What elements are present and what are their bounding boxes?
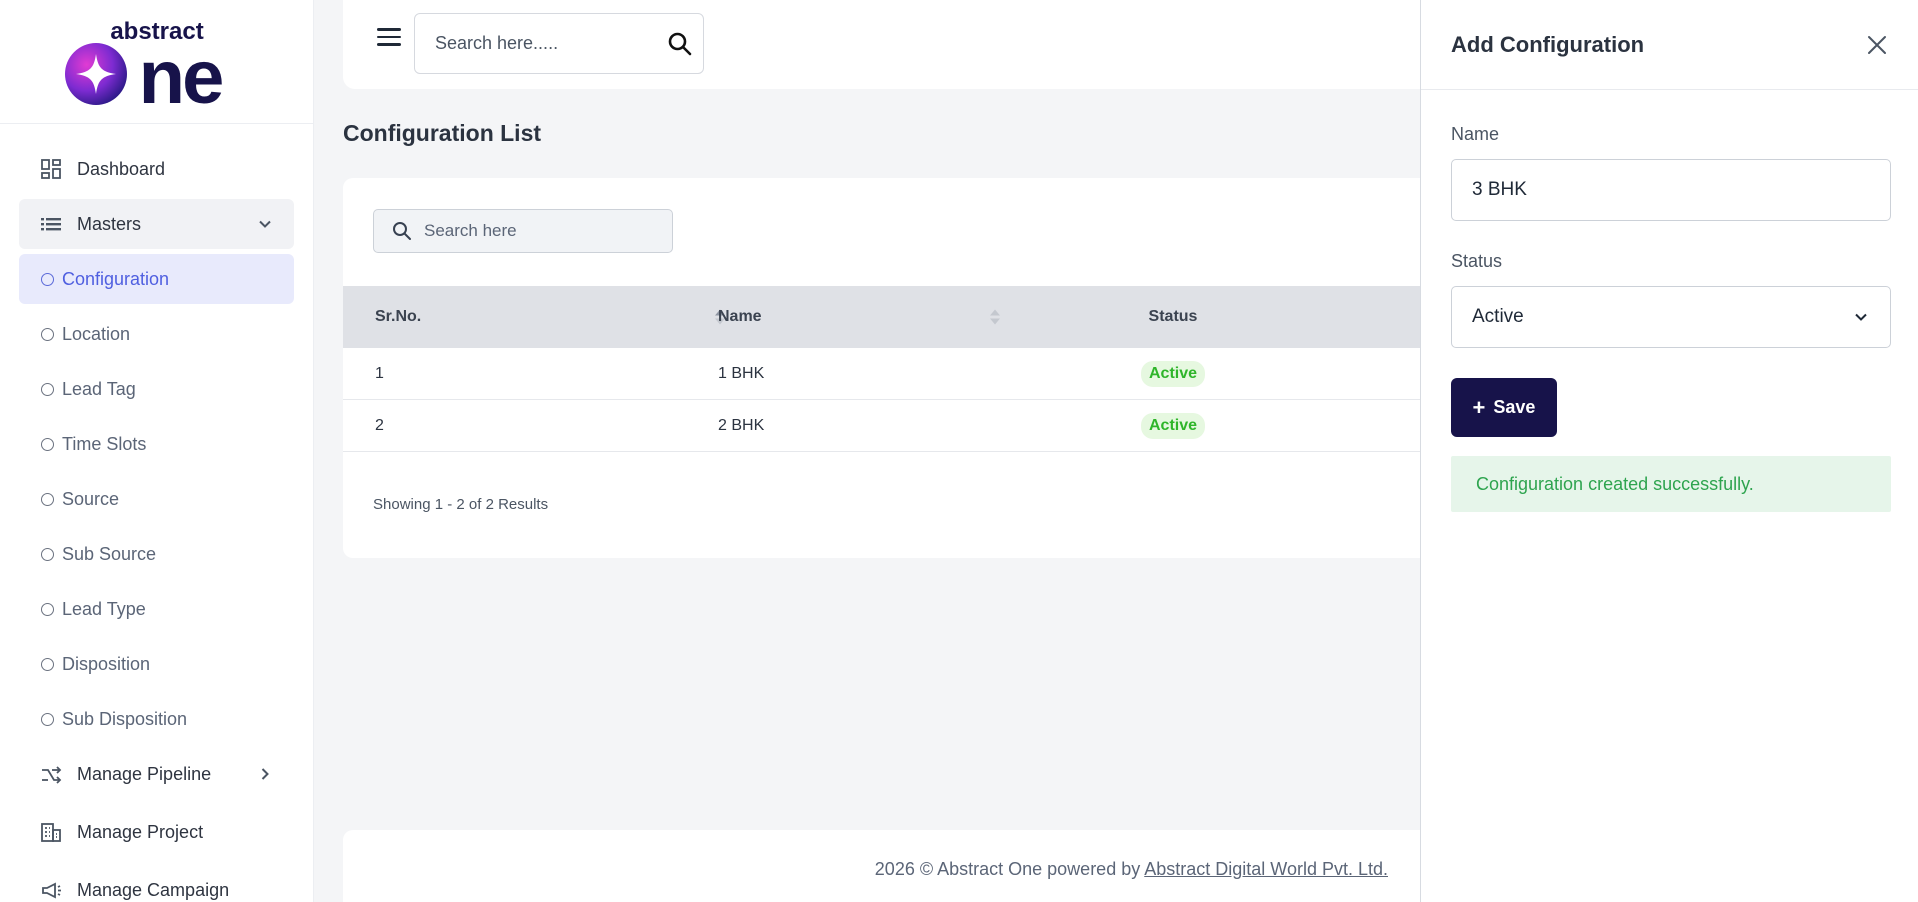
sidebar-item-label: Dashboard bbox=[77, 158, 166, 179]
brand-logo[interactable]: abstract ne bbox=[0, 0, 313, 124]
name-input[interactable] bbox=[1472, 179, 1870, 201]
cell-name: 2 BHK bbox=[718, 416, 765, 434]
drawer-title: Add Configuration bbox=[1451, 31, 1645, 57]
name-label: Name bbox=[1451, 124, 1500, 144]
chevron-right-icon bbox=[256, 765, 274, 783]
sidebar-item-manage-campaign[interactable]: Manage Campaign bbox=[19, 865, 294, 902]
plus-icon: + bbox=[1472, 394, 1486, 420]
circle-icon bbox=[41, 272, 54, 286]
sidebar-item-label: Masters bbox=[77, 213, 142, 234]
sidebar-subitem-label: Source bbox=[62, 488, 120, 509]
circle-icon bbox=[41, 437, 54, 451]
column-header-label: Sr.No. bbox=[375, 308, 422, 325]
circle-icon bbox=[41, 492, 54, 506]
masters-submenu: Configuration Location Lead Tag Time Slo… bbox=[0, 254, 313, 744]
cell-status: Active bbox=[1048, 360, 1298, 387]
pipeline-icon bbox=[39, 762, 63, 786]
status-selected-value: Active bbox=[1472, 306, 1524, 327]
sidebar-item-source[interactable]: Source bbox=[19, 474, 294, 524]
search-icon[interactable] bbox=[667, 31, 693, 57]
table-search bbox=[373, 209, 673, 253]
close-icon[interactable] bbox=[1864, 32, 1890, 58]
success-alert: Configuration created successfully. bbox=[1451, 456, 1891, 512]
circle-icon bbox=[41, 712, 54, 726]
cell-name: 1 BHK bbox=[718, 364, 765, 382]
sidebar-subitem-label: Time Slots bbox=[62, 433, 147, 454]
sidebar-subitem-label: Lead Type bbox=[62, 598, 146, 619]
sidebar-item-label: Manage Pipeline bbox=[77, 763, 212, 784]
configuration-form: Name Status Active + Save Configuration … bbox=[1421, 90, 1918, 512]
name-field-wrapper bbox=[1451, 159, 1891, 221]
sidebar-item-dashboard[interactable]: Dashboard bbox=[19, 144, 294, 194]
sidebar-subitem-label: Lead Tag bbox=[62, 378, 136, 399]
sidebar-item-configuration[interactable]: Configuration bbox=[19, 254, 294, 304]
add-configuration-drawer: Add Configuration Name Status Active + S… bbox=[1420, 0, 1918, 902]
global-search bbox=[414, 13, 704, 74]
sidebar-item-sub-disposition[interactable]: Sub Disposition bbox=[19, 694, 294, 744]
company-link[interactable]: Abstract Digital World Pvt. Ltd. bbox=[1144, 859, 1388, 879]
cell-srno: 2 bbox=[375, 416, 384, 434]
sidebar-item-disposition[interactable]: Disposition bbox=[19, 639, 294, 689]
sidebar: abstract ne Dashboard Masters Configurat… bbox=[0, 0, 314, 902]
sidebar-item-location[interactable]: Location bbox=[19, 309, 294, 359]
sidebar-item-manage-pipeline[interactable]: Manage Pipeline bbox=[19, 749, 294, 799]
sidebar-nav: Dashboard Masters Configuration Location bbox=[0, 124, 313, 902]
sidebar-item-label: Manage Project bbox=[77, 821, 204, 842]
search-icon bbox=[392, 221, 412, 241]
page-title: Configuration List bbox=[343, 120, 542, 146]
chevron-down-icon bbox=[1852, 308, 1870, 326]
pagination-summary: Showing 1 - 2 of 2 Results bbox=[373, 496, 549, 513]
sidebar-item-sub-source[interactable]: Sub Source bbox=[19, 529, 294, 579]
sidebar-subitem-label: Configuration bbox=[62, 268, 170, 289]
cell-status: Active bbox=[1048, 412, 1298, 439]
circle-icon bbox=[41, 382, 54, 396]
save-button-label: Save bbox=[1493, 397, 1536, 417]
sidebar-item-lead-tag[interactable]: Lead Tag bbox=[19, 364, 294, 414]
column-header-label: Name bbox=[718, 308, 762, 325]
chevron-down-icon bbox=[256, 215, 274, 233]
footer-text: 2026 © Abstract One powered by Abstract … bbox=[875, 859, 1388, 880]
global-search-input[interactable] bbox=[435, 33, 667, 54]
sidebar-subitem-label: Sub Disposition bbox=[62, 708, 188, 729]
circle-icon bbox=[41, 657, 54, 671]
status-label: Status bbox=[1451, 251, 1503, 271]
circle-icon bbox=[41, 327, 54, 341]
building-icon bbox=[39, 820, 63, 844]
cell-srno: 1 bbox=[375, 364, 384, 382]
copyright-text: 2026 © Abstract One powered by bbox=[874, 859, 1141, 879]
sidebar-item-time-slots[interactable]: Time Slots bbox=[19, 419, 294, 469]
circle-icon bbox=[41, 602, 54, 616]
sort-icon[interactable] bbox=[990, 309, 1000, 325]
column-header-label: Status bbox=[1148, 308, 1198, 325]
column-header-srno[interactable]: Sr.No. bbox=[343, 308, 725, 326]
sidebar-item-lead-type[interactable]: Lead Type bbox=[19, 584, 294, 634]
list-icon bbox=[39, 212, 63, 236]
hamburger-menu-icon[interactable] bbox=[376, 26, 402, 48]
svg-text:ne: ne bbox=[138, 35, 221, 108]
megaphone-icon bbox=[39, 878, 63, 902]
sidebar-item-masters[interactable]: Masters bbox=[19, 199, 294, 249]
save-button[interactable]: + Save bbox=[1451, 378, 1557, 437]
sidebar-item-label: Manage Campaign bbox=[77, 879, 230, 900]
column-header-name[interactable]: Name bbox=[718, 308, 1048, 326]
column-header-status[interactable]: Status bbox=[1048, 308, 1298, 326]
status-badge: Active bbox=[1140, 360, 1206, 387]
abstract-one-logo: abstract ne bbox=[64, 18, 225, 108]
status-badge: Active bbox=[1140, 412, 1206, 439]
sidebar-subitem-label: Sub Source bbox=[62, 543, 157, 564]
sidebar-subitem-label: Location bbox=[62, 323, 131, 344]
drawer-header: Add Configuration bbox=[1421, 0, 1918, 90]
sidebar-item-manage-project[interactable]: Manage Project bbox=[19, 807, 294, 857]
table-search-input[interactable] bbox=[424, 221, 660, 241]
sidebar-subitem-label: Disposition bbox=[62, 653, 151, 674]
dashboard-icon bbox=[39, 157, 63, 181]
status-select[interactable]: Active bbox=[1451, 286, 1891, 348]
circle-icon bbox=[41, 547, 54, 561]
sidebar-bottom-group: Manage Pipeline Manage Project Manage Ca… bbox=[0, 749, 313, 902]
